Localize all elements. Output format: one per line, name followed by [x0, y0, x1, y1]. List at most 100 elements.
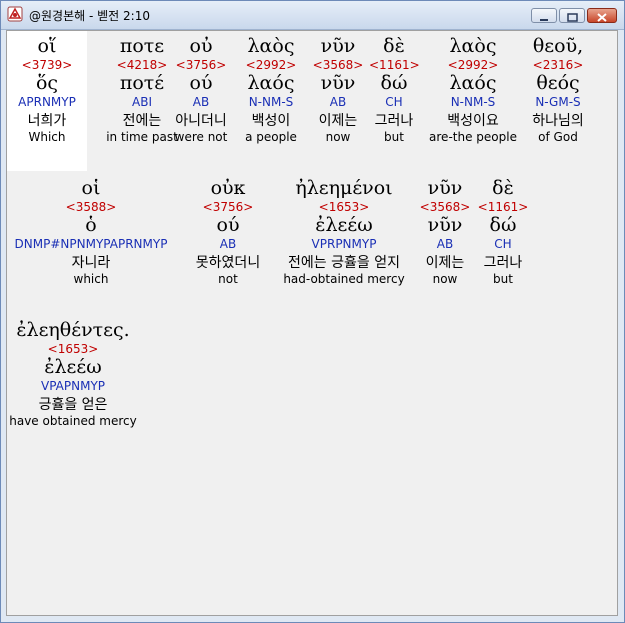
parsing-code: VPRPNMYP [311, 237, 377, 251]
strong-number: <3756> [175, 58, 227, 72]
greek-word: οὐκ [210, 177, 246, 199]
parsing-code: DNMP#NPNMYPAPRNMYP [14, 237, 168, 251]
greek-word: οἱ [81, 177, 101, 199]
maximize-icon [567, 13, 578, 22]
lemma: ού [216, 214, 240, 236]
greek-word: ἐλεηθέντες. [16, 319, 130, 341]
strong-number: <2992> [447, 58, 499, 72]
word-cell[interactable]: ἠλεημένοι <1653> ἐλεέω VPRPNMYP 전에는 긍휼을 … [279, 177, 409, 286]
window-title: @원경본해 - 벧전 2:10 [29, 9, 150, 23]
parsing-code: N-NM-S [248, 95, 294, 109]
english-gloss: not [218, 272, 238, 286]
greek-word: δὲ [383, 35, 405, 57]
word-cell[interactable]: ἐλεηθέντες. <1653> ἐλεέω VPAPNMYP 긍휼을 얻은… [9, 319, 137, 428]
maximize-button[interactable] [559, 8, 585, 23]
interlinear-pane[interactable]: οἵ <3739> ὅς APRNMYP 너희가 Which ποτε <421… [6, 30, 618, 616]
lemma: δώ [489, 214, 517, 236]
english-gloss: are-the people [429, 130, 517, 144]
parsing-code: AB [192, 95, 210, 109]
strong-number: <1653> [318, 200, 370, 214]
english-gloss: have obtained mercy [9, 414, 137, 428]
parsing-code: N-GM-S [535, 95, 581, 109]
parsing-code: APRNMYP [18, 95, 76, 109]
english-gloss: which [73, 272, 109, 286]
korean-gloss: 그러나 [483, 255, 523, 271]
word-cell[interactable]: νῦν <3568> νῦν AB 이제는 now [311, 35, 365, 144]
strong-number: <3588> [65, 200, 117, 214]
korean-gloss: 하나님의 [532, 113, 584, 129]
english-gloss: but [493, 272, 513, 286]
word-cell[interactable]: δὲ <1161> δώ CH 그러나 but [477, 177, 529, 286]
greek-word: νῦν [320, 35, 356, 57]
word-cell[interactable]: οἵ <3739> ὅς APRNMYP 너희가 Which [7, 31, 87, 171]
parsing-code: CH [494, 237, 512, 251]
parsing-code: AB [329, 95, 347, 109]
korean-gloss: 그러나 [374, 113, 414, 129]
english-gloss: a people [245, 130, 297, 144]
strong-number: <1653> [47, 342, 99, 356]
parsing-code: AB [219, 237, 237, 251]
app-logo-icon [7, 6, 23, 22]
strong-number: <1161> [477, 200, 529, 214]
strong-number: <3568> [312, 58, 364, 72]
lemma: λαός [449, 72, 497, 94]
lemma: ἐλεέω [44, 356, 102, 378]
lemma: λαός [247, 72, 295, 94]
close-button[interactable] [587, 8, 617, 23]
parsing-code: CH [385, 95, 403, 109]
lemma: ὅς [35, 72, 59, 94]
parsing-code: N-NM-S [450, 95, 496, 109]
word-cell[interactable]: οὐκ <3756> ού AB 못하였더니 not [187, 177, 269, 286]
close-icon [597, 13, 607, 22]
korean-gloss: 이제는 [318, 113, 358, 129]
greek-word: νῦν [427, 177, 463, 199]
lemma: ὁ [85, 214, 97, 236]
lemma: ού [189, 72, 213, 94]
greek-word: οὐ [189, 35, 213, 57]
strong-number: <2992> [245, 58, 297, 72]
minimize-icon [540, 19, 548, 21]
word-cell[interactable]: οὐ <3756> ού AB 아니더니 were not [173, 35, 229, 144]
lemma: θεός [536, 72, 580, 94]
greek-word: οἵ [37, 35, 57, 57]
minimize-button[interactable] [531, 8, 557, 23]
parsing-code: AB [436, 237, 454, 251]
english-gloss: Which [28, 130, 66, 144]
korean-gloss: 전에는 긍휼을 얻지 [288, 255, 400, 271]
app-window: @원경본해 - 벧전 2:10 οἵ <3739> ὅς APRNMYP 너희가… [0, 0, 625, 623]
english-gloss: of God [538, 130, 578, 144]
strong-number: <1161> [369, 58, 420, 72]
word-cell[interactable]: δὲ <1161> δώ CH 그러나 but [369, 35, 420, 144]
title-bar[interactable]: @원경본해 - 벧전 2:10 [1, 1, 624, 30]
lemma: νῦν [427, 214, 463, 236]
korean-gloss: 자니라 [71, 255, 111, 271]
word-cell[interactable]: λαὸς <2992> λαός N-NM-S 백성이 a people [241, 35, 301, 144]
korean-gloss: 너희가 [27, 113, 67, 129]
greek-word: ἠλεημένοι [295, 177, 393, 199]
word-cell[interactable]: θεοῦ, <2316> θεός N-GM-S 하나님의 of God [525, 35, 591, 144]
korean-gloss: 이제는 [425, 255, 465, 271]
word-cell[interactable]: νῦν <3568> νῦν AB 이제는 now [417, 177, 473, 286]
english-gloss: but [384, 130, 404, 144]
word-cell[interactable]: οἱ <3588> ὁ DNMP#NPNMYPAPRNMYP 자니라 which [7, 177, 175, 286]
greek-word: θεοῦ, [532, 35, 584, 57]
korean-gloss: 아니더니 [175, 113, 227, 129]
english-gloss: were not [174, 130, 228, 144]
greek-word: λαὸς [449, 35, 497, 57]
parsing-code: VPAPNMYP [40, 379, 106, 393]
strong-number: <3739> [21, 58, 73, 72]
lemma: ἐλεέω [315, 214, 373, 236]
greek-word: δὲ [492, 177, 514, 199]
lemma: δώ [380, 72, 408, 94]
korean-gloss: 못하였더니 [195, 255, 261, 271]
english-gloss: had-obtained mercy [283, 272, 405, 286]
strong-number: <3756> [202, 200, 254, 214]
word-cell[interactable]: λαὸς <2992> λαός N-NM-S 백성이요 are-the peo… [425, 35, 521, 144]
strong-number: <2316> [532, 58, 584, 72]
greek-word: λαὸς [247, 35, 295, 57]
english-gloss: now [432, 272, 458, 286]
korean-gloss: 백성이 [251, 113, 291, 129]
lemma: νῦν [320, 72, 356, 94]
korean-gloss: 백성이요 [447, 113, 499, 129]
english-gloss: now [325, 130, 351, 144]
